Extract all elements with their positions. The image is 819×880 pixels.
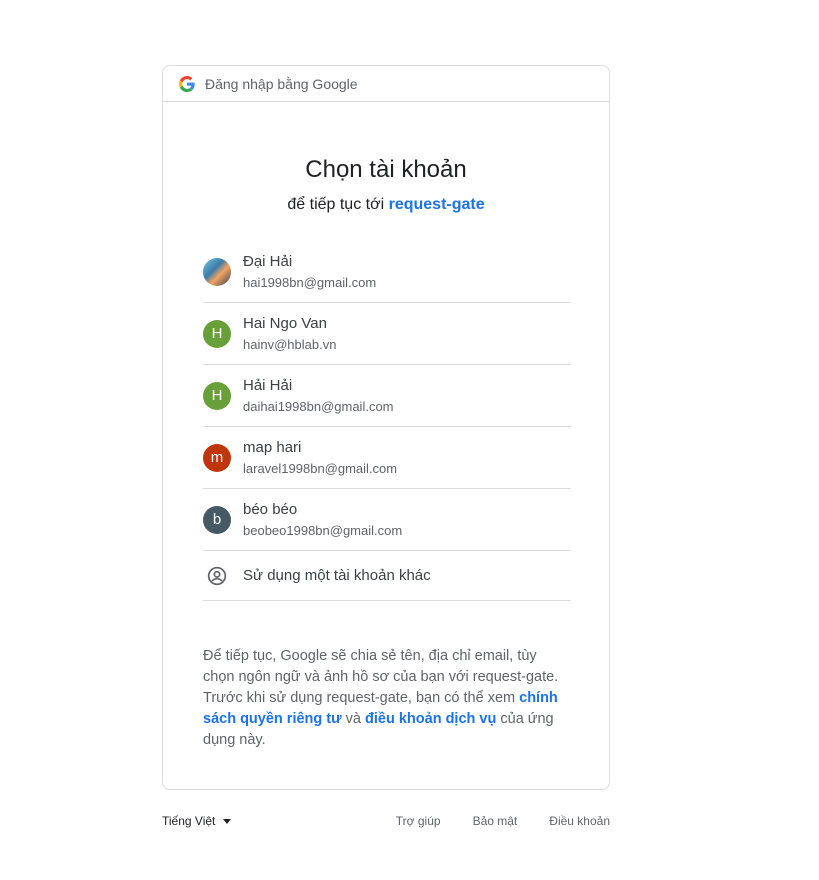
account-name: map hari [243,439,302,456]
privacy-link[interactable]: Bảo mật [473,814,518,828]
account-email: hai1998bn@gmail.com [243,275,377,290]
help-link[interactable]: Trợ giúp [396,814,441,828]
avatar: H [203,381,231,410]
header-text: Đăng nhập bằng Google [205,75,358,92]
account-name: Hai Ngo Van [243,315,327,332]
notice-and: và [345,711,361,727]
account-email: daihai1998bn@gmail.com [243,399,394,414]
page-title: Chọn tài khoản [305,156,467,183]
account-email: beobeo1998bn@gmail.com [243,523,403,538]
avatar: H [203,319,231,348]
account-item-dai-hai[interactable]: Đại Hải hai1998bn@gmail.com [203,241,571,303]
account-circle-icon [203,562,231,590]
account-item-hai-hai[interactable]: H Hải Hải daihai1998bn@gmail.com [203,365,571,427]
terms-link[interactable]: Điều khoản [549,814,610,828]
app-name-link[interactable]: request-gate [389,196,485,213]
account-item-map-hari[interactable]: m map hari laravel1998bn@gmail.com [203,427,571,489]
account-item-hai-ngo-van[interactable]: H Hai Ngo Van hainv@hblab.vn [203,303,571,365]
card-header: Đăng nhập bằng Google [163,66,609,102]
account-chooser-card: Đăng nhập bằng Google Chọn tài khoản để … [162,65,610,790]
account-email: hainv@hblab.vn [243,337,337,352]
avatar [203,257,231,286]
subtitle-prefix: để tiếp tục tới [287,196,385,213]
avatar: b [203,505,231,534]
account-name: Đại Hải [243,253,293,270]
footer: Tiếng Việt Trợ giúp Bảo mật Điều khoản [162,814,610,828]
notice-text-1: Để tiếp tục, Google sẽ chia sẻ tên, địa … [203,648,559,706]
account-list: Đại Hải hai1998bn@gmail.com H Hai Ngo Va… [203,241,571,601]
page-subtitle: để tiếp tục tới request-gate [163,196,609,214]
google-logo-icon [179,75,195,92]
language-label: Tiếng Việt [162,814,216,828]
consent-notice: Để tiếp tục, Google sẽ chia sẻ tên, địa … [203,646,571,751]
use-another-account-button[interactable]: Sử dụng một tài khoản khác [203,551,571,601]
account-email: laravel1998bn@gmail.com [243,461,398,476]
account-item-beo-beo[interactable]: b béo béo beobeo1998bn@gmail.com [203,489,571,551]
use-another-account-label: Sử dụng một tài khoản khác [243,567,431,584]
account-name: béo béo [243,501,298,518]
language-selector[interactable]: Tiếng Việt [162,814,232,828]
account-name: Hải Hải [243,377,293,394]
avatar: m [203,443,231,472]
caret-down-icon [223,818,232,824]
terms-of-service-link[interactable]: điều khoản dịch vụ [365,711,496,727]
footer-links: Trợ giúp Bảo mật Điều khoản [364,814,610,828]
